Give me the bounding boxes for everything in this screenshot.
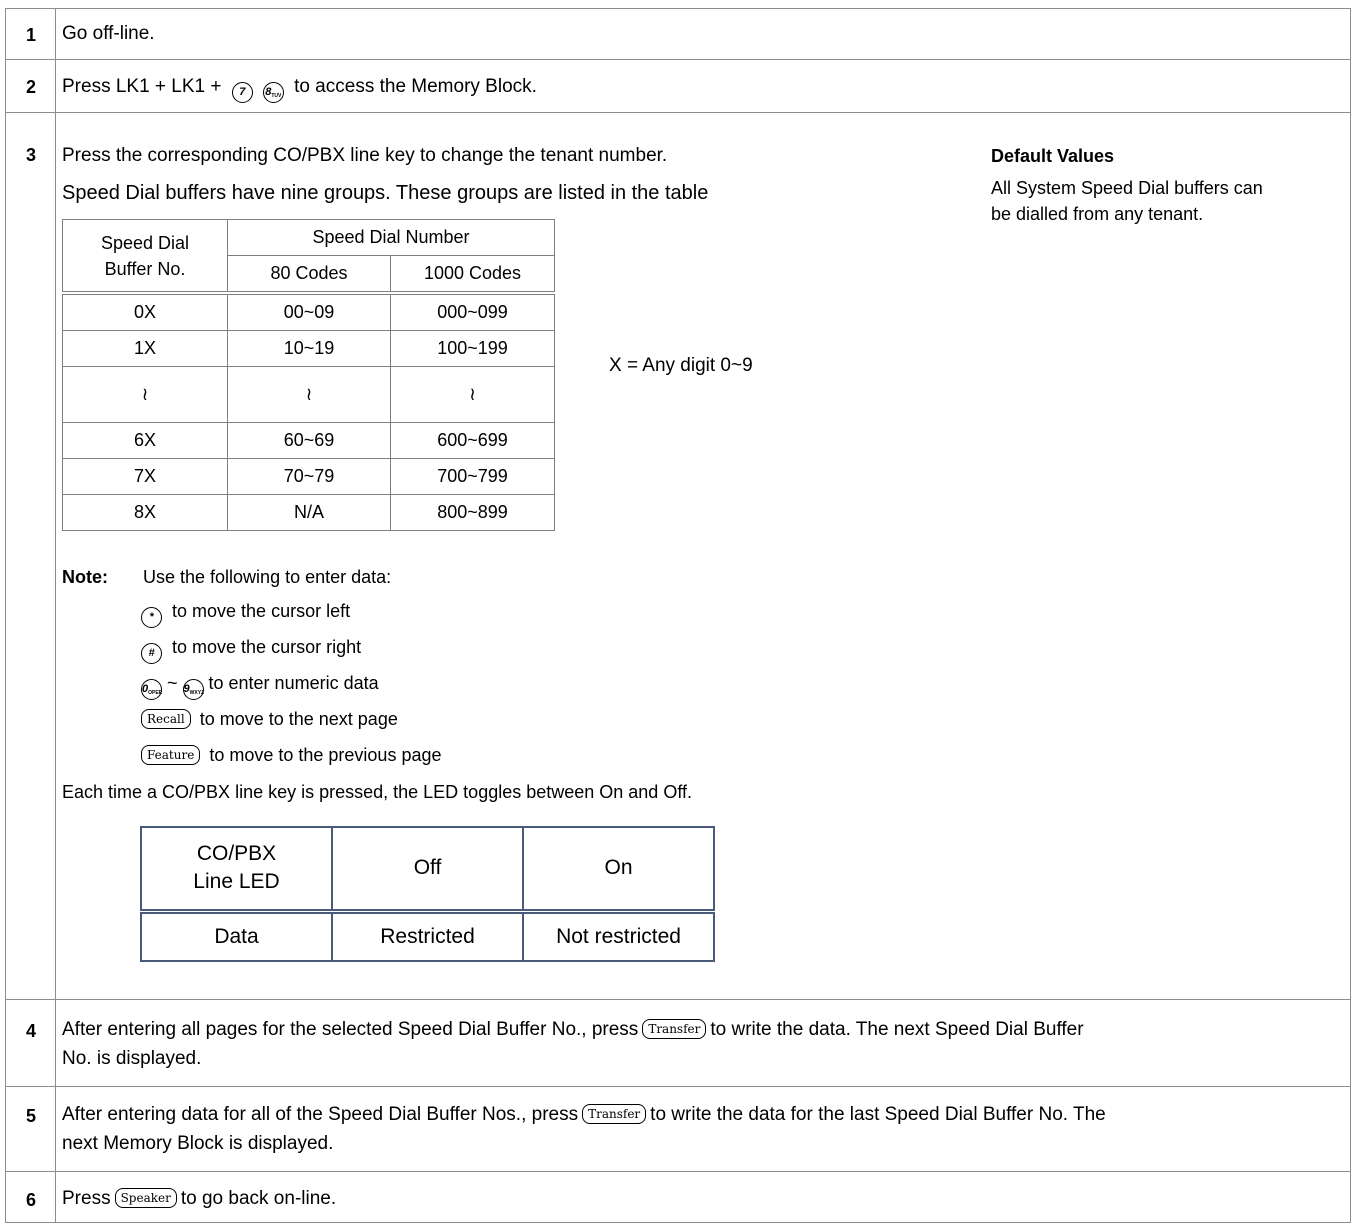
step-number: 1 [26, 25, 37, 45]
note-feature: Feature to move to the previous page [141, 745, 442, 766]
step-5-line1: After entering data for all of the Speed… [62, 1104, 1106, 1125]
note-intro: Use the following to enter data: [143, 567, 392, 587]
recall-key-icon: Recall [141, 709, 191, 729]
table-row: 8X N/A 800~899 [62, 494, 555, 531]
note-recall: Recall to move to the next page [141, 709, 398, 730]
default-values-line2: be dialled from any tenant. [991, 204, 1204, 224]
feature-key-icon: Feature [141, 745, 201, 765]
note-label: Note: [62, 567, 108, 587]
digit-note: X = Any digit 0~9 [609, 355, 753, 376]
step-3-subtext: Speed Dial buffers have nine groups. The… [62, 182, 709, 204]
led-header: CO/PBX Line LED [140, 826, 333, 912]
row-divider [5, 112, 1350, 113]
step-number: 2 [26, 77, 37, 97]
speed-dial-table: Speed Dial Buffer No. Speed Dial Number … [62, 219, 555, 531]
step-2-text: Press LK1 + LK1 + 7 8TUV to access the Me… [62, 76, 537, 103]
default-values-title: Default Values [991, 146, 1115, 166]
step-4-line2: No. is displayed. [62, 1048, 202, 1069]
led-table: CO/PBX Line LED Off On Data Restricted N… [140, 826, 715, 962]
row-divider [5, 8, 1350, 9]
key-9-icon: 9WXYZ [182, 679, 204, 700]
table-row: 7X 70~79 700~799 [62, 458, 555, 495]
speaker-key-icon: Speaker [114, 1188, 177, 1208]
table-row: Data Restricted Not restricted [140, 908, 715, 962]
step-number: 3 [26, 145, 37, 165]
row-divider [5, 1171, 1350, 1172]
key-8-icon: 8TUV [262, 82, 284, 103]
note-hash: # to move the cursor right [141, 637, 361, 664]
table-row: 6X 60~69 600~699 [62, 422, 555, 459]
transfer-key-icon: Transfer [582, 1104, 647, 1124]
column-divider [55, 8, 56, 1223]
col-header-buffer: Speed Dial Buffer No. [62, 219, 228, 294]
table-row: 0X 00~09 000~099 [62, 291, 555, 331]
off-header: Off [331, 826, 524, 912]
table-right-border [1350, 8, 1351, 1223]
row-divider [5, 999, 1350, 1000]
on-header: On [522, 826, 715, 912]
transfer-key-icon: Transfer [642, 1019, 707, 1039]
step-1-text: Go off-line. [62, 23, 155, 44]
default-values-line1: All System Speed Dial buffers can [991, 178, 1263, 198]
col-header-80: 80 Codes [227, 255, 391, 294]
table-row: ≀ ≀ ≀ [62, 366, 555, 423]
hash-key-icon: # [141, 643, 162, 664]
group-header: Speed Dial Number [227, 219, 555, 256]
step-number: 6 [26, 1190, 37, 1210]
key-7-icon: 7 [231, 82, 253, 103]
col-header-1000: 1000 Codes [390, 255, 555, 294]
row-divider [5, 1086, 1350, 1087]
step-2-suffix: to access the Memory Block. [294, 76, 537, 97]
toggle-text: Each time a CO/PBX line key is pressed, … [62, 782, 692, 802]
step-5-line2: next Memory Block is displayed. [62, 1133, 334, 1154]
row-divider [5, 1222, 1350, 1223]
step-6-text: Press Speaker to go back on-line. [62, 1188, 337, 1209]
step-number: 5 [26, 1106, 37, 1126]
key-0-icon: 0OPER [141, 679, 162, 700]
step-number: 4 [26, 1021, 37, 1041]
table-left-border [5, 8, 6, 1223]
note-star: * to move the cursor left [141, 601, 350, 628]
row-divider [5, 59, 1350, 60]
table-row: 1X 10~19 100~199 [62, 330, 555, 367]
note-numeric: 0OPER~ 9WXYZto enter numeric data [141, 673, 379, 700]
step-3-text: Press the corresponding CO/PBX line key … [62, 145, 668, 166]
step-2-prefix: Press LK1 + LK1 + [62, 76, 222, 97]
step-4-line1: After entering all pages for the selecte… [62, 1019, 1084, 1040]
star-key-icon: * [141, 607, 162, 628]
